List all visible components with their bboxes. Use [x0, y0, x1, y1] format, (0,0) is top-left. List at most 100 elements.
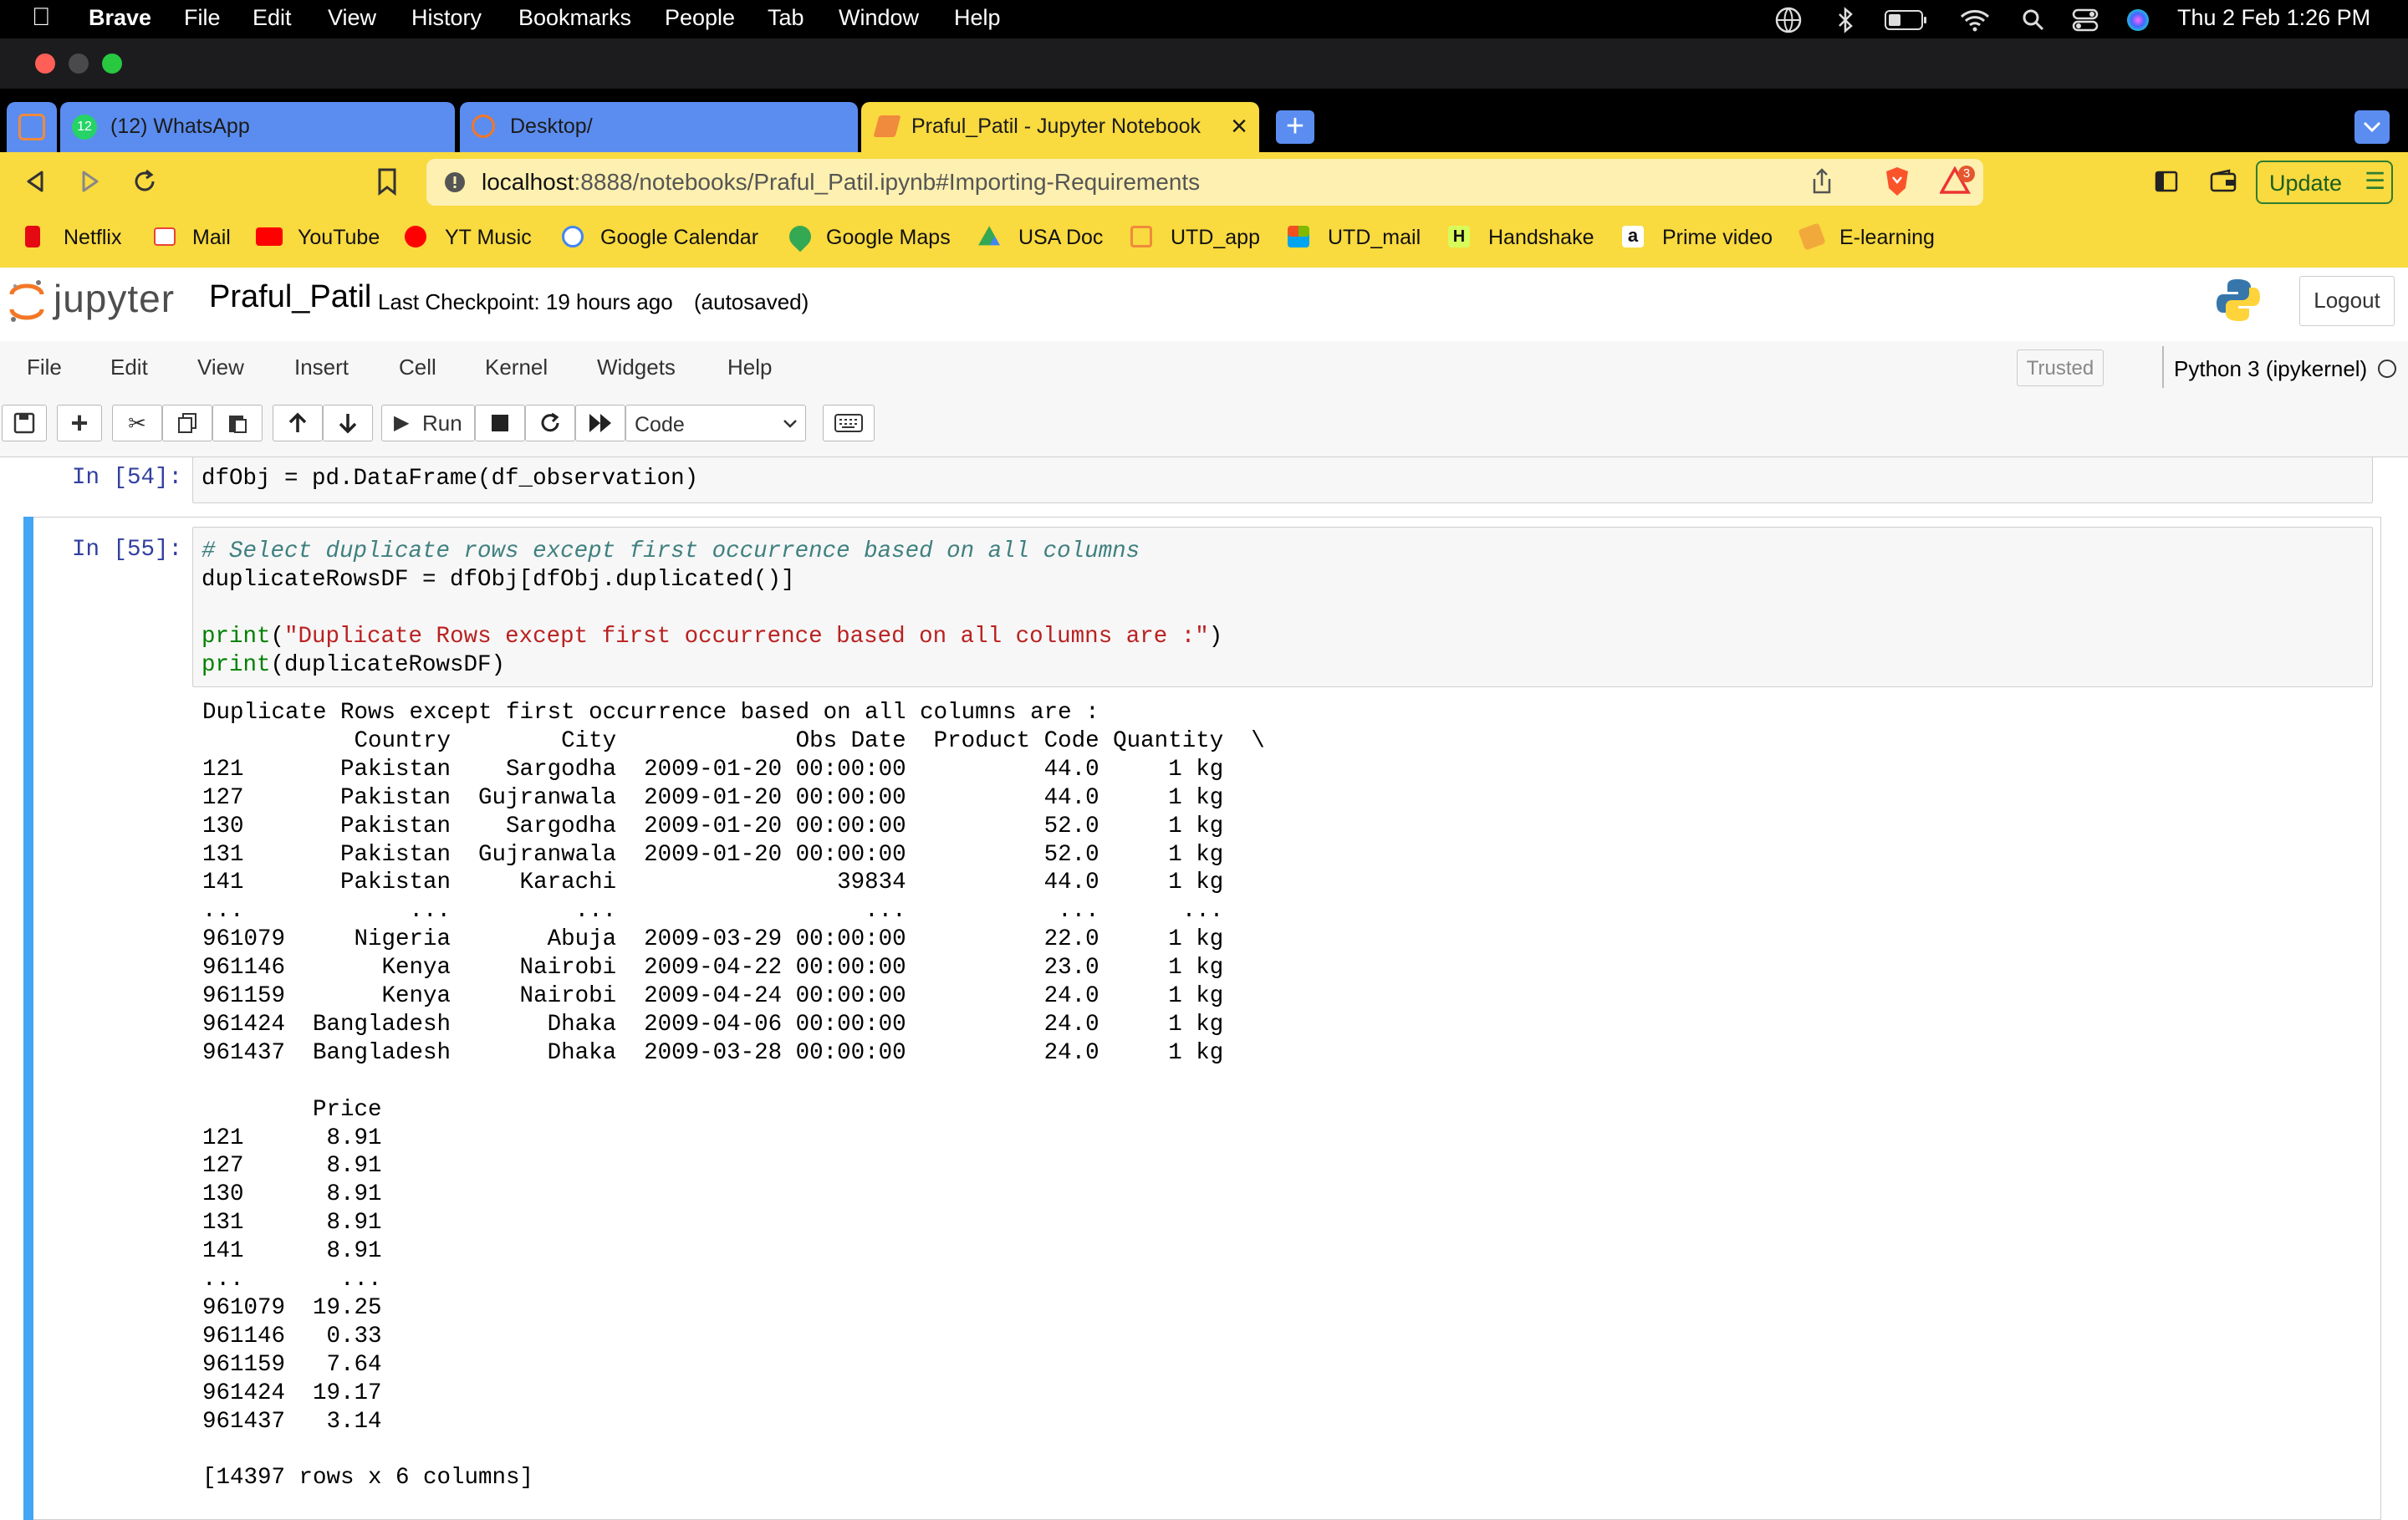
menubar-clock[interactable]: Thu 2 Feb 1:26 PM — [2177, 5, 2370, 31]
menu-bookmarks[interactable]: Bookmarks — [518, 5, 631, 31]
menu-history[interactable]: History — [411, 5, 482, 31]
bookmark-prime-video[interactable]: Prime video — [1662, 226, 1773, 250]
share-icon[interactable] — [1809, 167, 1834, 196]
run-button[interactable]: ▶ Run — [381, 405, 475, 441]
bookmark-mail[interactable]: Mail — [192, 226, 231, 250]
tab-label: Desktop/ — [510, 115, 593, 138]
tab-jupyter-notebook[interactable]: Praful_Patil - Jupyter Notebook × — [861, 102, 1259, 152]
cell-prompt: In [54]: — [72, 465, 183, 491]
nb-menu-edit[interactable]: Edit — [110, 354, 148, 380]
menu-people[interactable]: People — [665, 5, 735, 31]
logout-button[interactable]: Logout — [2299, 276, 2395, 326]
nb-menu-kernel[interactable]: Kernel — [485, 354, 548, 380]
save-button[interactable] — [2, 405, 47, 441]
cell-type-select[interactable]: Code — [625, 405, 806, 441]
nb-menu-cell[interactable]: Cell — [399, 354, 436, 380]
sidebar-toggle-icon[interactable] — [2154, 169, 2179, 194]
kernel-name[interactable]: Python 3 (ipykernel) — [2174, 356, 2367, 382]
jupyter-logo-icon[interactable] — [7, 276, 47, 326]
output-line: 961437 3.14 — [202, 1408, 410, 1435]
close-tab-icon[interactable]: × — [1231, 110, 1247, 143]
bookmark-e-learning[interactable]: E-learning — [1839, 226, 1935, 250]
google-icon — [562, 226, 584, 247]
command-palette-button[interactable] — [823, 405, 875, 441]
bookmark-utd-mail[interactable]: UTD_mail — [1328, 226, 1421, 250]
bookmark-icon[interactable] — [376, 167, 398, 196]
code-editor[interactable]: dfObj = pd.DataFrame(df_observation) — [192, 457, 2373, 503]
forward-icon[interactable] — [77, 169, 102, 194]
apple-icon[interactable]:  — [32, 3, 51, 32]
copy-icon — [178, 413, 196, 433]
python-logo-icon — [2217, 279, 2260, 321]
kernel-divider — [2162, 346, 2164, 388]
nb-menu-help[interactable]: Help — [727, 354, 772, 380]
cut-button[interactable]: ✂ — [112, 405, 162, 441]
minimize-window-button[interactable] — [69, 54, 89, 74]
interrupt-button[interactable] — [475, 405, 525, 441]
run-label: Run — [422, 411, 462, 436]
url-host: localhost — [482, 169, 574, 195]
update-button[interactable]: Update ☰ — [2256, 161, 2393, 204]
close-window-button[interactable] — [35, 54, 55, 74]
move-down-button[interactable] — [323, 405, 373, 441]
wifi-icon[interactable] — [1960, 8, 1990, 32]
brave-shields-icon[interactable] — [1883, 166, 1911, 197]
spotlight-search-icon[interactable] — [2022, 8, 2045, 32]
restart-run-all-button[interactable] — [575, 405, 625, 441]
menu-help[interactable]: Help — [954, 5, 1001, 31]
vpn-globe-icon[interactable] — [1774, 6, 1803, 34]
paste-button[interactable] — [212, 405, 263, 441]
stop-icon — [492, 415, 508, 431]
tab-whatsapp[interactable]: 12 (12) WhatsApp — [60, 102, 455, 152]
tab-label: Praful_Patil - Jupyter Notebook — [911, 115, 1201, 138]
copy-button[interactable] — [162, 405, 212, 441]
fullscreen-window-button[interactable] — [102, 54, 122, 74]
code-editor[interactable]: # Select duplicate rows except first occ… — [192, 527, 2373, 687]
menu-edit[interactable]: Edit — [253, 5, 292, 31]
bookmark-usa-doc[interactable]: USA Doc — [1018, 226, 1103, 250]
keyboard-icon — [834, 414, 863, 432]
tab-search-button[interactable] — [2354, 110, 2390, 144]
back-icon[interactable] — [23, 169, 48, 194]
battery-icon[interactable] — [1885, 10, 1928, 30]
nb-menu-file[interactable]: File — [27, 354, 62, 380]
reload-icon[interactable] — [130, 167, 159, 196]
notebook-title[interactable]: Praful_Patil — [209, 279, 371, 315]
bookmark-utd-app[interactable]: UTD_app — [1171, 226, 1260, 250]
code-block: # Select duplicate rows except first occ… — [202, 538, 1223, 678]
control-center-icon[interactable] — [2072, 8, 2099, 33]
move-up-button[interactable] — [273, 405, 323, 441]
bookmark-google-calendar[interactable]: Google Calendar — [600, 226, 758, 250]
tab-desktop[interactable]: Desktop/ — [460, 102, 858, 152]
siri-icon[interactable] — [2125, 8, 2150, 33]
menu-view[interactable]: View — [328, 5, 376, 31]
nb-menu-widgets[interactable]: Widgets — [597, 354, 676, 380]
site-info-icon[interactable] — [443, 171, 467, 194]
app-menu-brave[interactable]: Brave — [89, 5, 151, 31]
output-line: 961437 Bangladesh Dhaka 2009-03-28 00:00… — [202, 1039, 1252, 1066]
pinned-tab[interactable] — [7, 102, 57, 152]
cell-type-value: Code — [635, 413, 685, 436]
nb-menu-insert[interactable]: Insert — [294, 354, 349, 380]
menu-window[interactable]: Window — [839, 5, 919, 31]
bookmark-handshake[interactable]: Handshake — [1488, 226, 1594, 250]
wallet-icon[interactable] — [2209, 169, 2237, 194]
code-text: dfObj = pd.DataFrame(df_observation) — [202, 466, 699, 492]
output-line: ... ... ... ... ... ... — [202, 898, 1252, 925]
menu-tab[interactable]: Tab — [768, 5, 804, 31]
new-tab-button[interactable]: + — [1276, 110, 1314, 144]
bluetooth-icon[interactable] — [1836, 7, 1854, 33]
output-line: 141 Pakistan Karachi 39834 44.0 1 kg — [202, 870, 1252, 896]
nb-menu-view[interactable]: View — [197, 354, 244, 380]
bookmark-google-maps[interactable]: Google Maps — [826, 226, 951, 250]
bookmark-netflix[interactable]: Netflix — [64, 226, 121, 250]
restart-button[interactable] — [525, 405, 575, 441]
output-line: Country City Obs Date Product Code Quant… — [202, 727, 1265, 754]
jupyter-wordmark[interactable]: jupyter — [54, 276, 175, 321]
output-line: 130 8.91 — [202, 1181, 410, 1208]
insert-cell-button[interactable]: + — [57, 405, 102, 441]
bookmark-youtube[interactable]: YouTube — [298, 226, 380, 250]
menu-file[interactable]: File — [184, 5, 221, 31]
bookmark-yt-music[interactable]: YT Music — [445, 226, 532, 250]
trusted-indicator[interactable]: Trusted — [2017, 349, 2104, 386]
